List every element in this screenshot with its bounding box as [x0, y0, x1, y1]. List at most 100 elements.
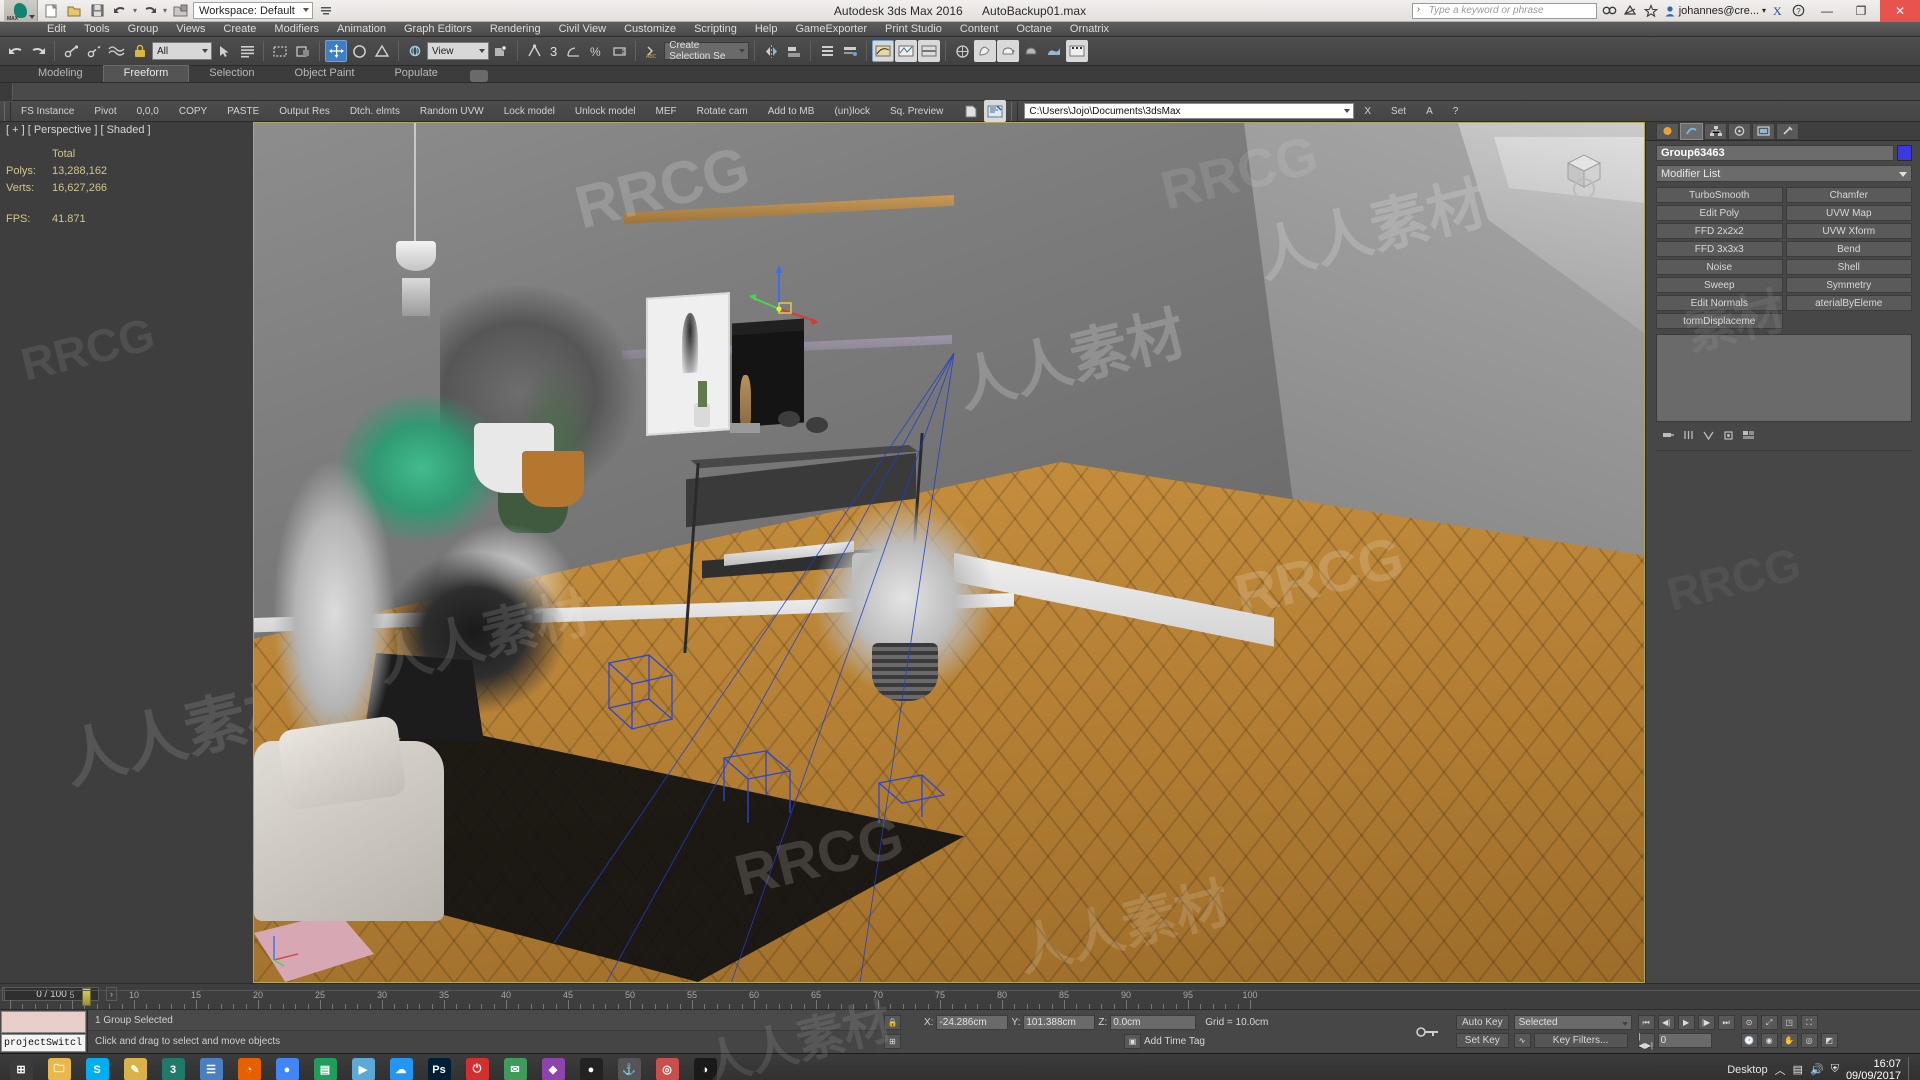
curve-editor-icon[interactable] [872, 40, 895, 62]
search-input[interactable]: Type a keyword or phrase [1411, 2, 1597, 19]
walk-through-icon[interactable]: ◩ [1820, 1033, 1838, 1048]
show-desktop-button[interactable] [1908, 1056, 1913, 1080]
menu-item-customize[interactable]: Customize [615, 22, 685, 37]
align-icon[interactable] [783, 40, 805, 62]
utilities-tab[interactable] [1776, 122, 1799, 140]
select-and-rotate-icon[interactable] [348, 40, 370, 62]
toolbar-drag-handle[interactable] [4, 101, 11, 121]
percent-snap-toggle-icon[interactable]: % [585, 40, 607, 62]
user-account[interactable]: johannes@cre... ▾ [1664, 5, 1766, 17]
hierarchy-tab[interactable] [1704, 122, 1727, 140]
transform-gizmo[interactable] [749, 263, 819, 333]
close-button[interactable]: ✕ [1880, 0, 1920, 22]
maximize-viewport-icon[interactable]: ⛶ [1800, 1015, 1818, 1030]
timeline-ruler[interactable]: 5 10 15 20 25 30 35 40 45 50 55 60 65 70 75 80 85 90 95 100 [0, 990, 1920, 1009]
show-end-result-icon[interactable] [1682, 429, 1695, 442]
new-file-icon[interactable] [41, 2, 61, 20]
modifier-button-edit-normals[interactable]: Edit Normals [1656, 295, 1783, 311]
menu-item-ornatrix[interactable]: Ornatrix [1061, 22, 1118, 37]
menu-item-civil-view[interactable]: Civil View [550, 22, 615, 37]
taskbar-cloud-icon[interactable]: ☁ [382, 1055, 420, 1080]
script-button-lock-model[interactable]: Lock model [494, 102, 565, 121]
tray-volume-icon[interactable]: 🔊 [1810, 1063, 1824, 1076]
taskbar-vray-icon[interactable]: ◑ [686, 1055, 724, 1080]
project-switcher[interactable]: projectSwitcl [0, 1010, 88, 1054]
workspace-selector[interactable]: Workspace: Default [193, 2, 314, 19]
modifier-button-turbosmooth[interactable]: TurboSmooth [1656, 187, 1783, 203]
menu-item-edit[interactable]: Edit [38, 22, 75, 37]
modifier-button-bend[interactable]: Bend [1785, 241, 1912, 257]
snaps-toggle-icon[interactable] [523, 40, 545, 62]
favorites-star-icon[interactable] [1643, 3, 1660, 19]
select-and-link-icon[interactable] [60, 40, 82, 62]
redo-dropdown-icon[interactable]: ▾ [163, 6, 167, 15]
perspective-viewport[interactable]: RRCG 人人素材 人人素材 RRCG RRCG 人人素材 人人素材 [253, 122, 1645, 983]
bind-to-space-warp-icon[interactable] [106, 40, 128, 62]
path-help-button[interactable]: ? [1443, 102, 1469, 121]
create-tab[interactable] [1656, 122, 1679, 140]
set-project-folder-icon[interactable] [170, 2, 190, 20]
taskbar-explorer-icon[interactable]: 🗀 [40, 1055, 78, 1080]
timeline-bar[interactable]: ‹ 0 / 100 › 5101520253035404550556065707… [0, 983, 1920, 1009]
taskbar-sketch-icon[interactable]: ◆ [534, 1055, 572, 1080]
modifier-button-symmetry[interactable]: Symmetry [1785, 277, 1912, 293]
menu-item-graph-editors[interactable]: Graph Editors [395, 22, 481, 37]
script-button-output-res[interactable]: Output Res [269, 102, 340, 121]
menu-item-modifiers[interactable]: Modifiers [265, 22, 328, 37]
menu-item-tools[interactable]: Tools [75, 22, 119, 37]
mirror-icon[interactable] [760, 40, 782, 62]
next-frame-icon[interactable]: |▶ [1697, 1015, 1715, 1030]
ribbon-minimize-icon[interactable] [469, 70, 488, 82]
undo-scene-icon[interactable] [4, 40, 26, 62]
taskbar-octane-icon[interactable]: ◎ [648, 1055, 686, 1080]
modifier-button-uvw-map[interactable]: UVW Map [1785, 205, 1912, 221]
select-by-name-icon[interactable] [236, 40, 258, 62]
named-selection-set-dropdown[interactable]: Create Selection Se [664, 40, 750, 62]
project-color-swatch[interactable] [1, 1011, 86, 1033]
key-mode-toggle[interactable] [1404, 1010, 1450, 1053]
script-button-unlock-model[interactable]: Unlock model [565, 102, 646, 121]
pan-view-icon[interactable]: ✋ [1780, 1033, 1798, 1048]
copy-path-icon[interactable] [959, 100, 981, 122]
taskbar-chrome-icon[interactable]: ● [268, 1055, 306, 1080]
taskbar-mail-icon[interactable]: ✉ [496, 1055, 534, 1080]
current-frame-field[interactable]: 0 [1657, 1033, 1712, 1048]
path-set-button[interactable]: Set [1381, 102, 1416, 121]
help-icon[interactable]: ? [1791, 3, 1808, 19]
taskbar-notes-icon[interactable]: ✎ [116, 1055, 154, 1080]
ribbon-tab-freeform[interactable]: Freeform [102, 65, 190, 82]
taskbar-sheets-icon[interactable]: ▤ [306, 1055, 344, 1080]
taskbar-3dsmax-icon[interactable]: 3 [154, 1055, 192, 1080]
zoom-region-icon[interactable]: ◎ [1800, 1033, 1818, 1048]
minimize-button[interactable]: — [1812, 0, 1842, 22]
script-button-paste[interactable]: PASTE [217, 102, 269, 121]
path-close-button[interactable]: X [1354, 102, 1381, 121]
redo-scene-icon[interactable] [27, 40, 49, 62]
menu-item-gameexporter[interactable]: GameExporter [786, 22, 876, 37]
modifier-button-tormdisplaceme[interactable]: tormDisplaceme [1656, 313, 1783, 329]
previous-frame-icon[interactable]: ◀| [1657, 1015, 1675, 1030]
redo-icon[interactable] [140, 2, 160, 20]
selection-filter-dropdown[interactable]: All [152, 42, 212, 60]
taskbar-folder-icon[interactable]: ☰ [192, 1055, 230, 1080]
menu-item-animation[interactable]: Animation [328, 22, 395, 37]
rendered-frame-window-icon[interactable] [974, 40, 997, 62]
search-icon[interactable] [1601, 3, 1618, 19]
script-button-sq-preview[interactable]: Sq. Preview [880, 102, 953, 121]
select-and-scale-icon[interactable] [371, 40, 393, 62]
taskbar-skype-icon[interactable]: S [78, 1055, 116, 1080]
layer-explorer-icon[interactable] [816, 40, 838, 62]
object-name-field[interactable]: Group63463 [1656, 145, 1894, 161]
modifier-button-shell[interactable]: Shell [1785, 259, 1912, 275]
script-button-0-0-0[interactable]: 0,0,0 [127, 102, 169, 121]
activeshade-icon[interactable] [1043, 40, 1065, 62]
field-of-view-icon[interactable]: ◳ [1780, 1015, 1798, 1030]
absolute-relative-toggle-icon[interactable]: ⊞ [884, 1033, 901, 1049]
taskbar-anchor-icon[interactable]: ⚓ [610, 1055, 648, 1080]
modifier-button-chamfer[interactable]: Chamfer [1785, 187, 1912, 203]
modifier-list-dropdown[interactable]: Modifier List [1656, 165, 1912, 182]
clock[interactable]: 16:07 09/09/2017 [1846, 1058, 1901, 1080]
workspace-menu-icon[interactable] [316, 2, 336, 20]
reference-coordinate-dropdown[interactable]: View [427, 42, 489, 60]
render-setup-icon[interactable] [951, 40, 973, 62]
